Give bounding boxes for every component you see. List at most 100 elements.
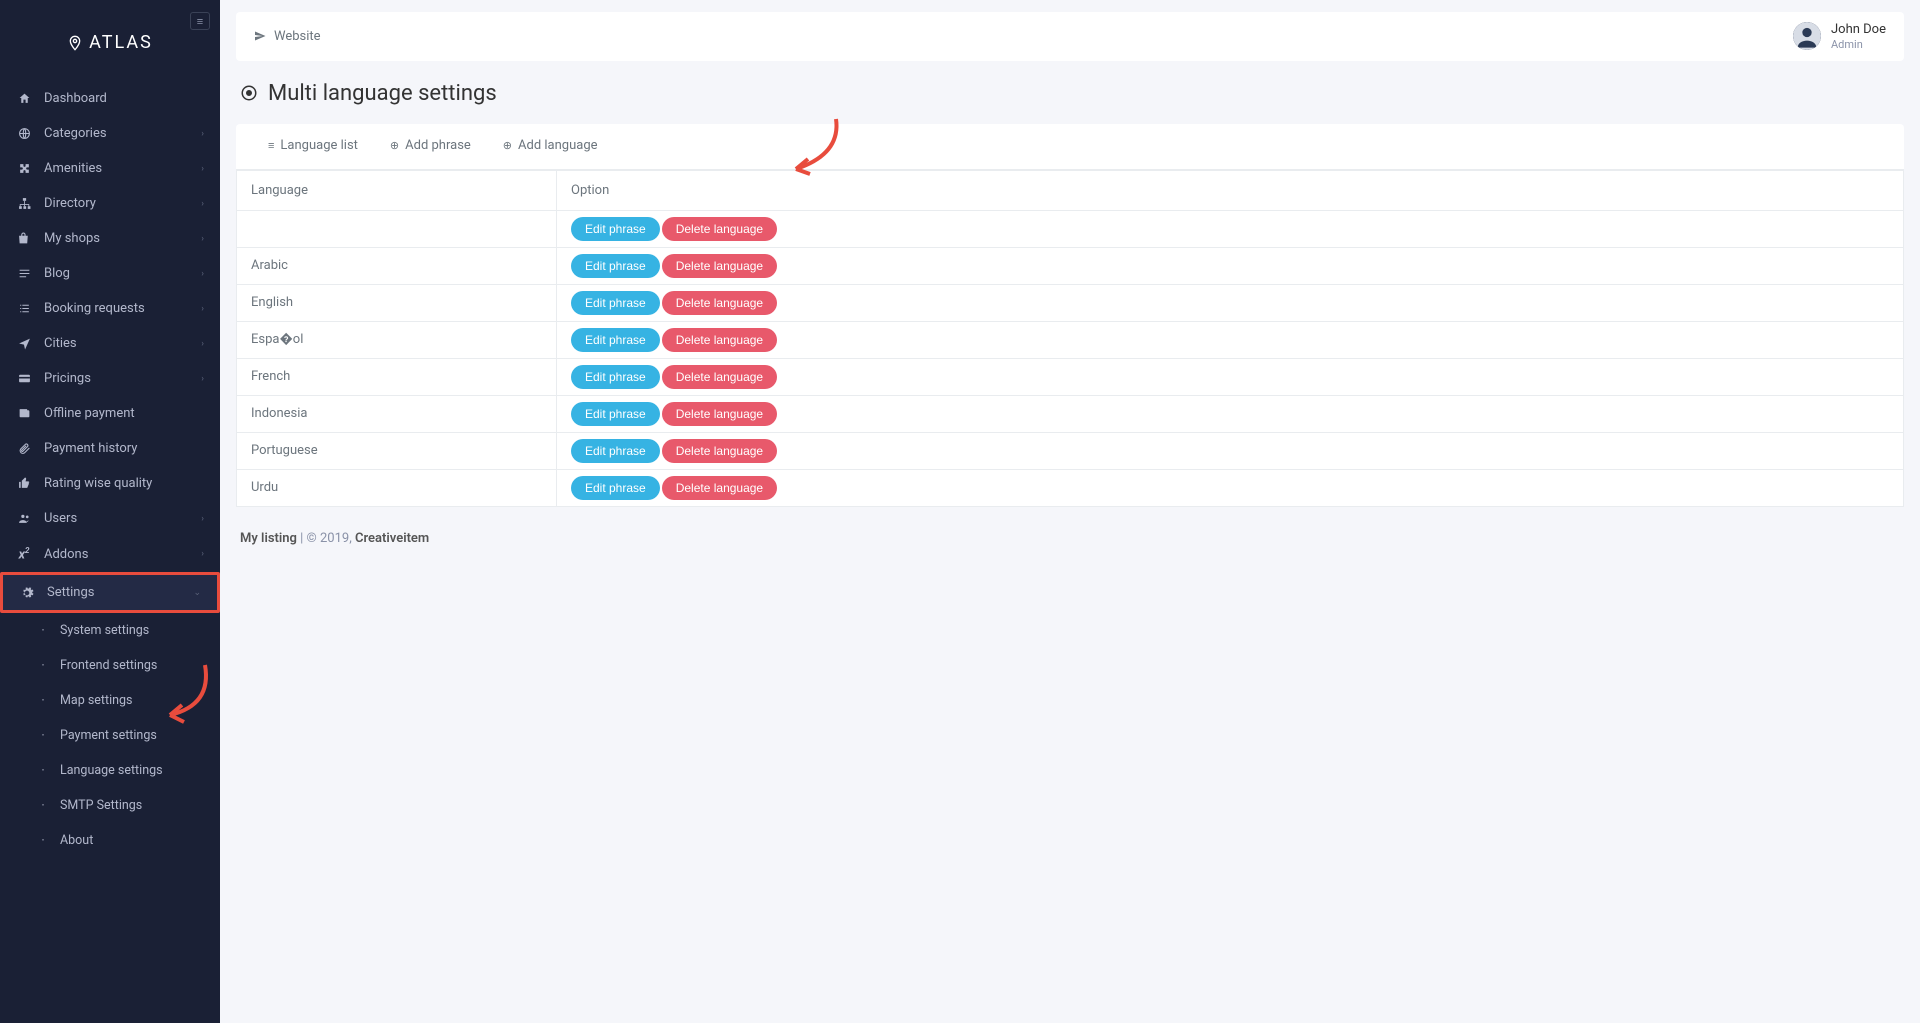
tab-label: Add phrase xyxy=(405,138,471,153)
website-label: Website xyxy=(274,29,321,44)
nav-label: Dashboard xyxy=(44,91,107,106)
nav-directory[interactable]: Directory› xyxy=(0,186,220,221)
language-name: Arabic xyxy=(237,247,557,284)
brand[interactable]: ATLAS xyxy=(0,0,220,73)
edit-phrase-button[interactable]: Edit phrase xyxy=(571,476,660,500)
language-name: Urdu xyxy=(237,469,557,506)
language-card: ≡ Language list ⊕ Add phrase ⊕Add language L… xyxy=(236,124,1904,507)
table-row: Edit phraseDelete language xyxy=(237,210,1904,247)
footer: My listing | © 2019, Creativeitem xyxy=(236,527,1904,550)
chevron-right-icon: › xyxy=(201,129,204,139)
col-header-option: Option xyxy=(557,170,1904,210)
user-info: John Doe Admin xyxy=(1831,22,1886,51)
subnav-smtp-settings[interactable]: •SMTP Settings xyxy=(0,788,220,823)
edit-phrase-button[interactable]: Edit phrase xyxy=(571,217,660,241)
subnav-label: SMTP Settings xyxy=(60,798,142,813)
tab-language-list[interactable]: ≡ Language list xyxy=(252,124,374,169)
target-icon xyxy=(240,84,258,102)
bullet-icon: • xyxy=(42,732,50,739)
nav-pricings[interactable]: Pricings› xyxy=(0,361,220,396)
subnav-about[interactable]: • About xyxy=(0,823,220,858)
nav-cities[interactable]: Cities› xyxy=(0,326,220,361)
subnav-label: System settings xyxy=(60,623,149,638)
plus-icon: ⊕ xyxy=(390,139,399,152)
tab-add-language[interactable]: ⊕Add language xyxy=(487,124,614,169)
table-row: Arabic Edit phraseDelete language xyxy=(237,247,1904,284)
home-icon xyxy=(16,92,32,105)
tab-add-phrase[interactable]: ⊕ Add phrase xyxy=(374,124,487,169)
subnav-label: About xyxy=(60,833,93,848)
annotation-arrow-2 xyxy=(160,660,220,730)
card-icon xyxy=(16,372,32,385)
chevron-right-icon: › xyxy=(201,514,204,524)
language-name xyxy=(237,210,557,247)
user-menu[interactable]: John Doe Admin xyxy=(1793,22,1886,51)
topbar: Website John Doe Admin xyxy=(236,12,1904,61)
delete-language-button[interactable]: Delete language xyxy=(662,291,777,315)
chevron-right-icon: › xyxy=(201,269,204,279)
nav-categories[interactable]: Categories› xyxy=(0,116,220,151)
delete-language-button[interactable]: Delete language xyxy=(662,254,777,278)
footer-brand: My listing xyxy=(240,531,297,546)
sidebar-toggle-icon[interactable]: ≡ xyxy=(190,12,210,30)
edit-phrase-button[interactable]: Edit phrase xyxy=(571,439,660,463)
bullet-icon: • xyxy=(42,767,50,774)
nav-label: Rating wise quality xyxy=(44,476,152,491)
nav-label: Blog xyxy=(44,266,70,281)
nav-label: Booking requests xyxy=(44,301,145,316)
clip-icon xyxy=(16,442,32,455)
subnav-system-settings[interactable]: •System settings xyxy=(0,613,220,648)
chevron-down-icon: ⌄ xyxy=(193,588,201,598)
edit-phrase-button[interactable]: Edit phrase xyxy=(571,365,660,389)
list-icon: ≡ xyxy=(268,139,274,152)
tab-label: Language list xyxy=(280,138,358,153)
nav-label: Settings xyxy=(47,585,94,600)
brand-pin-icon xyxy=(67,35,83,51)
nav-my-shops[interactable]: My shops› xyxy=(0,221,220,256)
nav-amenities[interactable]: Amenities› xyxy=(0,151,220,186)
nav-label: Cities xyxy=(44,336,77,351)
delete-language-button[interactable]: Delete language xyxy=(662,476,777,500)
chevron-right-icon: › xyxy=(201,199,204,209)
edit-phrase-button[interactable]: Edit phrase xyxy=(571,328,660,352)
edit-phrase-button[interactable]: Edit phrase xyxy=(571,291,660,315)
website-link[interactable]: Website xyxy=(254,29,321,44)
nav-booking-requests[interactable]: Booking requests› xyxy=(0,291,220,326)
delete-language-button[interactable]: Delete language xyxy=(662,402,777,426)
nav-settings[interactable]: Settings ⌄ xyxy=(3,575,217,610)
edit-phrase-button[interactable]: Edit phrase xyxy=(571,254,660,278)
tab-list: ≡ Language list ⊕ Add phrase ⊕Add language xyxy=(236,124,1904,170)
language-name: French xyxy=(237,358,557,395)
delete-language-button[interactable]: Delete language xyxy=(662,328,777,352)
chevron-right-icon: › xyxy=(201,164,204,174)
lines-icon xyxy=(16,267,32,280)
nav-offline-payment[interactable]: Offline payment xyxy=(0,396,220,431)
bullet-icon: • xyxy=(42,837,50,844)
language-name: Indonesia xyxy=(237,395,557,432)
sidebar: ≡ ATLAS Dashboard Categories›Amenities›Di… xyxy=(0,0,220,1023)
edit-phrase-button[interactable]: Edit phrase xyxy=(571,402,660,426)
sitemap-icon xyxy=(16,197,32,210)
brand-text: ATLAS xyxy=(89,32,153,53)
nav-addons[interactable]: x2 Addons › xyxy=(0,536,220,572)
chevron-right-icon: › xyxy=(201,374,204,384)
subnav-language-settings[interactable]: • Language settings xyxy=(0,753,220,788)
nav-blog[interactable]: Blog › xyxy=(0,256,220,291)
avatar-icon xyxy=(1793,22,1821,50)
nav-users[interactable]: Users› xyxy=(0,501,220,536)
nav-dashboard[interactable]: Dashboard xyxy=(0,81,220,116)
nav-label: Addons xyxy=(44,547,88,562)
sup-icon: x2 xyxy=(16,546,32,562)
subnav-label: Language settings xyxy=(60,763,163,778)
nav-payment-history[interactable]: Payment history xyxy=(0,431,220,466)
nav-rating-wise-quality[interactable]: Rating wise quality xyxy=(0,466,220,501)
language-table: Language Option Edit phraseDelete langua… xyxy=(236,170,1904,507)
delete-language-button[interactable]: Delete language xyxy=(662,365,777,389)
delete-language-button[interactable]: Delete language xyxy=(662,439,777,463)
delete-language-button[interactable]: Delete language xyxy=(662,217,777,241)
main-content: Website John Doe Admin Multi language se… xyxy=(220,0,1920,1023)
subnav-label: Payment settings xyxy=(60,728,157,743)
language-name: English xyxy=(237,284,557,321)
footer-credit[interactable]: Creativeitem xyxy=(355,531,429,546)
chevron-right-icon: › xyxy=(201,549,204,559)
